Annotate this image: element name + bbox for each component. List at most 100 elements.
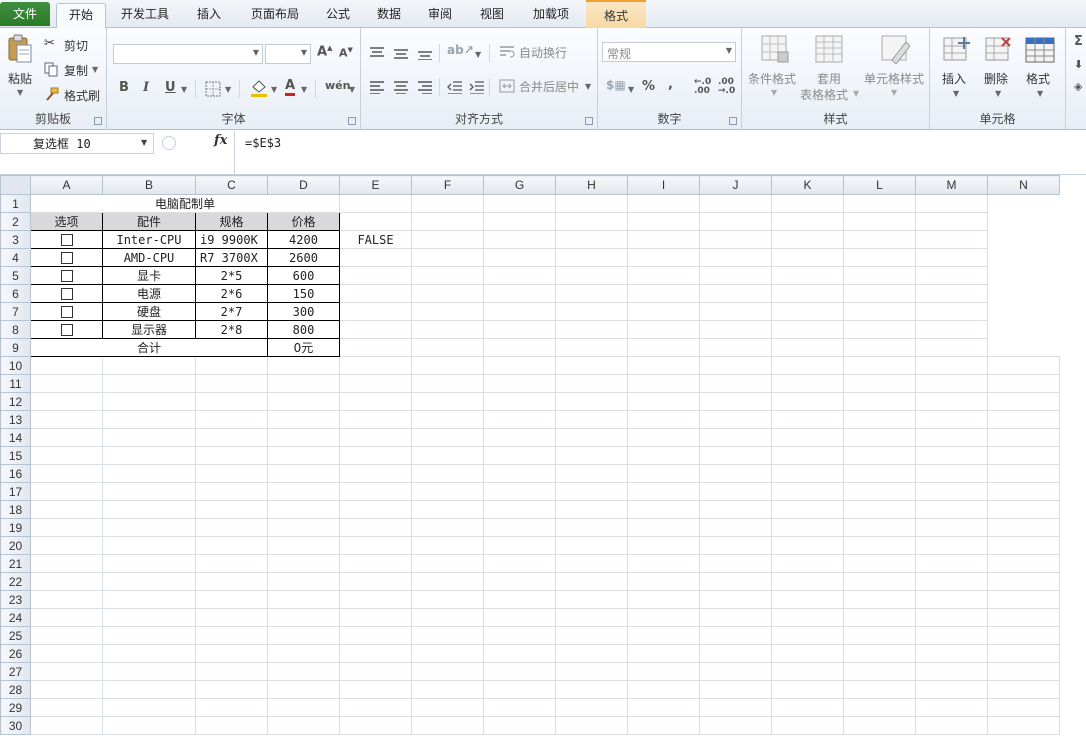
cell[interactable] [771,716,844,735]
cell[interactable] [102,392,196,411]
cell[interactable] [339,608,412,627]
cell[interactable] [411,590,484,609]
cell[interactable] [267,518,340,537]
format-painter-button[interactable]: 格式刷 [44,86,104,104]
fill-color-icon[interactable] [249,78,269,98]
cell[interactable] [339,302,412,321]
cell[interactable] [30,482,103,501]
cell[interactable] [627,554,700,573]
cell[interactable] [627,482,700,501]
cell[interactable] [987,680,1060,699]
orientation-icon[interactable]: ab↗ [447,43,474,57]
cell[interactable] [411,374,484,393]
cell[interactable] [339,482,412,501]
cell[interactable] [843,680,916,699]
increase-indent-icon[interactable] [469,80,485,94]
copy-button[interactable]: 复制 ▼ [44,61,104,79]
tab-file[interactable]: 文件 [0,2,50,26]
column-header[interactable]: B [102,175,196,195]
cell[interactable] [627,500,700,519]
cell[interactable] [102,374,196,393]
row-header[interactable]: 23 [0,590,31,609]
cell[interactable] [699,716,772,735]
cell[interactable] [195,626,268,645]
cell[interactable] [555,518,628,537]
part-cell[interactable]: AMD-CPU [102,248,196,267]
row-header[interactable]: 20 [0,536,31,555]
cell[interactable] [411,554,484,573]
cell[interactable] [771,590,844,609]
header-cell-price[interactable]: 价格 [267,212,340,231]
cell[interactable] [483,320,556,339]
cell[interactable] [483,338,556,357]
price-cell[interactable]: 600 [267,266,340,285]
cell[interactable] [843,338,916,357]
cell[interactable] [30,392,103,411]
cell[interactable] [987,608,1060,627]
cell[interactable] [771,284,844,303]
cell[interactable] [102,446,196,465]
cell[interactable] [699,500,772,519]
font-name-select[interactable]: ▼ [113,44,263,64]
column-header[interactable]: A [30,175,103,195]
shrink-font-icon[interactable]: A▼ [339,46,353,60]
cell-styles-button[interactable]: 单元格样式 ▼ [862,32,928,104]
cell[interactable] [267,662,340,681]
cell[interactable] [102,482,196,501]
cell[interactable] [627,248,700,267]
price-cell[interactable]: 300 [267,302,340,321]
cell[interactable] [30,590,103,609]
cell[interactable] [915,554,988,573]
cell[interactable] [771,554,844,573]
cell[interactable] [771,410,844,429]
cell[interactable] [699,464,772,483]
insert-cells-button[interactable]: 插入 ▼ [936,32,976,104]
cell[interactable] [915,464,988,483]
cell[interactable] [30,518,103,537]
cell[interactable] [627,698,700,717]
decrease-indent-icon[interactable] [447,80,463,94]
cell[interactable] [30,608,103,627]
cell[interactable] [102,572,196,591]
row-header[interactable]: 25 [0,626,31,645]
cell[interactable] [771,302,844,321]
cell[interactable] [699,392,772,411]
cell[interactable] [987,644,1060,663]
name-box[interactable]: 复选框 10 [0,133,154,154]
cell[interactable] [699,338,772,357]
cell[interactable] [483,500,556,519]
cell[interactable] [987,572,1060,591]
cell[interactable] [987,590,1060,609]
cell[interactable] [699,608,772,627]
price-cell[interactable]: 800 [267,320,340,339]
cell[interactable] [195,428,268,447]
cell[interactable] [843,698,916,717]
cell[interactable] [339,266,412,285]
formula-input[interactable]: =$E$3 [234,131,1086,175]
cell[interactable] [102,590,196,609]
cell[interactable] [627,626,700,645]
cell[interactable] [555,590,628,609]
cell[interactable] [411,536,484,555]
cell[interactable] [195,716,268,735]
cell[interactable] [267,608,340,627]
cell[interactable] [915,644,988,663]
row-header[interactable]: 19 [0,518,31,537]
dialog-launcher-icon[interactable] [729,117,737,125]
cell[interactable] [843,266,916,285]
cell[interactable] [699,212,772,231]
cell[interactable] [627,518,700,537]
cell[interactable] [915,302,988,321]
delete-cells-button[interactable]: 删除 ▼ [978,32,1018,104]
cell[interactable] [627,320,700,339]
comma-style-icon[interactable]: , [668,77,673,92]
cell[interactable] [411,626,484,645]
row-header[interactable]: 30 [0,716,31,735]
cell[interactable] [699,266,772,285]
cell[interactable] [627,590,700,609]
grow-font-icon[interactable]: A▲ [317,44,332,59]
cell[interactable] [771,698,844,717]
cell[interactable] [339,590,412,609]
cell[interactable] [915,212,988,231]
cell[interactable] [555,662,628,681]
